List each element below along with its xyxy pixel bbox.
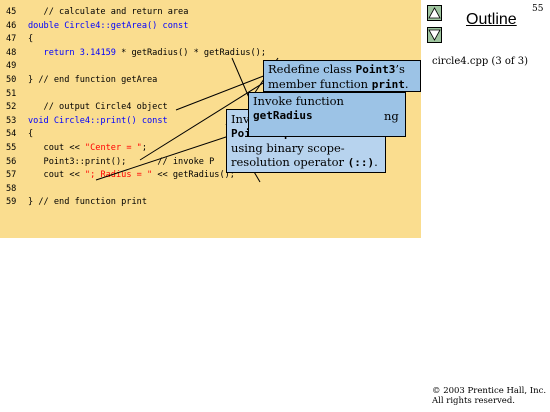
file-label: circle4.cpp (3 of 3) [432, 56, 529, 67]
callout-get-radius: Invoke function getRadius ng [248, 92, 406, 137]
callout-redefine-print: Redefine class Point3’s member function … [263, 60, 421, 92]
page-number: 55 [532, 4, 544, 14]
copyright: © 2003 Prentice Hall, Inc. All rights re… [432, 386, 547, 406]
triangle-down-icon [428, 29, 441, 41]
outline-link[interactable]: Outline [466, 11, 517, 29]
nav-up-button[interactable] [427, 5, 442, 21]
arrow-line [95, 134, 233, 181]
triangle-up-icon [428, 7, 441, 19]
nav-down-button[interactable] [427, 27, 442, 43]
